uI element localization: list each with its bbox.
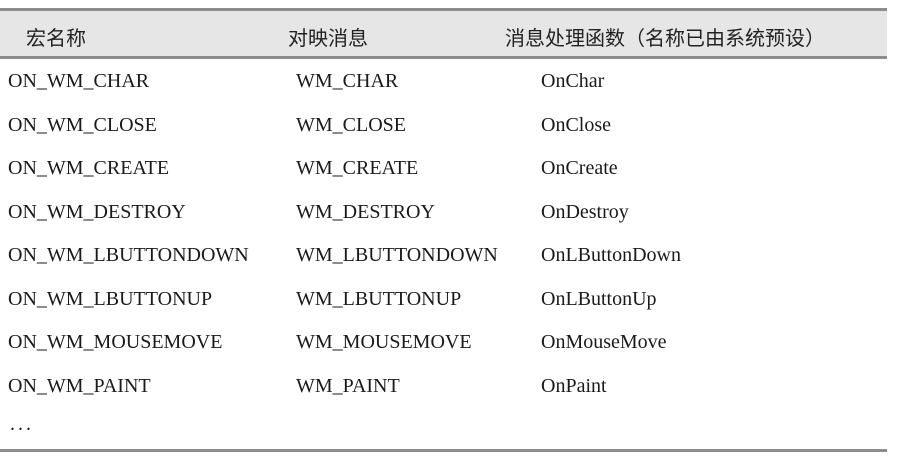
cell-message: WM_LBUTTONUP	[296, 287, 462, 310]
cell-handler: OnChar	[541, 70, 605, 92]
cell-handler: OnCreate	[541, 157, 618, 179]
table-row: ON_WM_MOUSEMOVE WM_MOUSEMOVE OnMouseMove	[0, 320, 887, 364]
header-handler-function: 消息处理函数（名称已由系统预设）	[505, 26, 825, 50]
cell-handler: OnLButtonUp	[541, 287, 657, 310]
cell-macro: ON_WM_DESTROY	[8, 200, 186, 223]
cell-message: WM_PAINT	[296, 374, 400, 397]
cell-macro: ON_WM_MOUSEMOVE	[8, 331, 223, 353]
cell-message: WM_DESTROY	[296, 200, 435, 223]
cell-message: WM_CHAR	[296, 70, 399, 92]
header-macro-name: 宏名称	[26, 26, 86, 50]
table-row: ON_WM_DESTROY WM_DESTROY OnDestroy	[0, 190, 887, 234]
cell-handler: OnDestroy	[541, 200, 629, 223]
cell-handler: OnMouseMove	[541, 331, 667, 353]
cell-message: WM_CREATE	[296, 157, 419, 179]
cell-handler: OnLButtonDown	[541, 244, 681, 266]
table-row: ON_WM_PAINT WM_PAINT OnPaint	[0, 364, 887, 408]
message-map-table: 宏名称 对映消息 消息处理函数（名称已由系统预设） ON_WM_CHAR WM_…	[0, 8, 887, 452]
table-ellipsis-row: ...	[0, 407, 887, 449]
table-row: ON_WM_CHAR WM_CHAR OnChar	[0, 59, 887, 103]
header-mapped-message: 对映消息	[288, 26, 368, 50]
cell-message: WM_MOUSEMOVE	[296, 331, 472, 353]
cell-handler: OnClose	[541, 113, 611, 136]
cell-message: WM_CLOSE	[296, 113, 406, 136]
cell-macro: ON_WM_CLOSE	[8, 113, 157, 136]
cell-macro: ON_WM_CHAR	[8, 70, 150, 92]
cell-macro: ON_WM_PAINT	[8, 374, 151, 397]
cell-handler: OnPaint	[541, 374, 607, 397]
cell-macro: ON_WM_LBUTTONDOWN	[8, 244, 249, 266]
table-header: 宏名称 对映消息 消息处理函数（名称已由系统预设）	[0, 11, 887, 59]
ellipsis-text: ...	[10, 413, 34, 435]
cell-macro: ON_WM_LBUTTONUP	[8, 287, 213, 310]
table-row: ON_WM_CREATE WM_CREATE OnCreate	[0, 146, 887, 190]
cell-macro: ON_WM_CREATE	[8, 157, 170, 179]
table-row: ON_WM_LBUTTONDOWN WM_LBUTTONDOWN OnLButt…	[0, 233, 887, 277]
table-bottom-rule	[0, 449, 887, 452]
table-row: ON_WM_LBUTTONUP WM_LBUTTONUP OnLButtonUp	[0, 277, 887, 321]
cell-message: WM_LBUTTONDOWN	[296, 244, 498, 266]
table-body: ON_WM_CHAR WM_CHAR OnChar ON_WM_CLOSE WM…	[0, 59, 887, 449]
table-row: ON_WM_CLOSE WM_CLOSE OnClose	[0, 103, 887, 147]
